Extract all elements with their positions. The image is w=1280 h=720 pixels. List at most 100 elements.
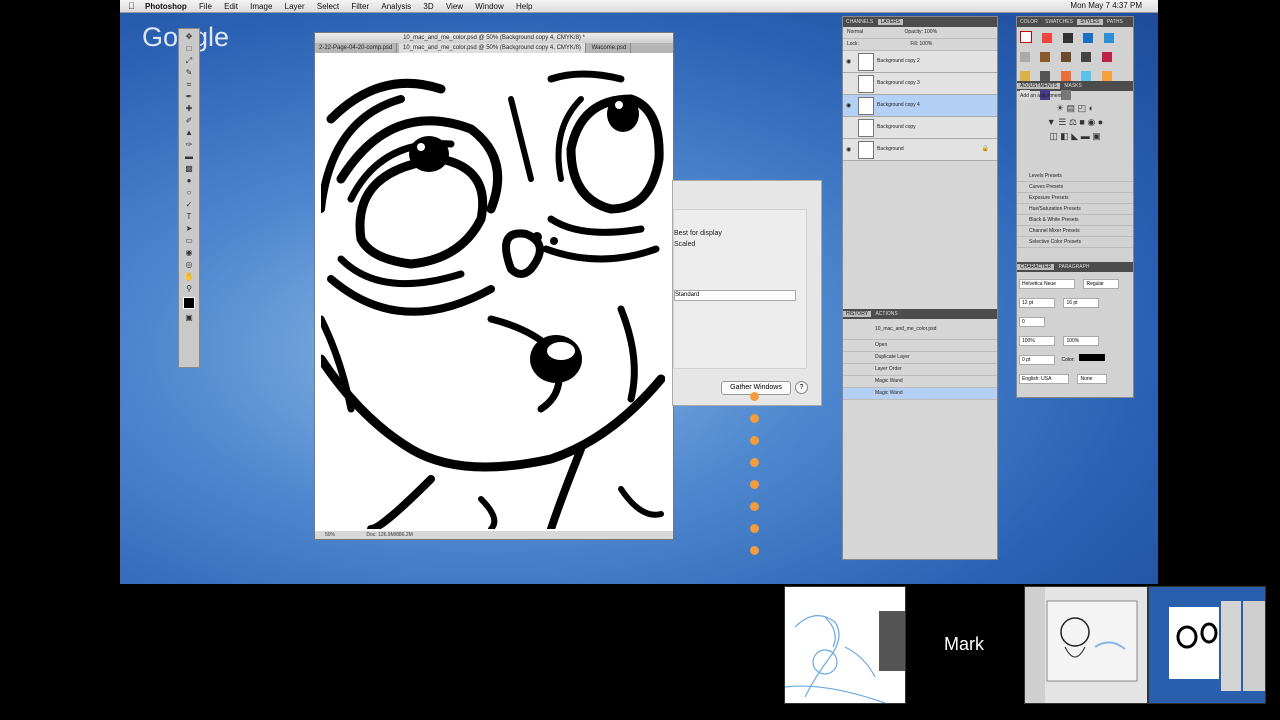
gradient-map-icon[interactable]: ▬	[1081, 131, 1090, 141]
dock-app-icon[interactable]	[750, 502, 759, 511]
photo-filter-icon[interactable]: ◉	[1087, 117, 1095, 127]
tracking-field[interactable]: 0	[1019, 317, 1045, 327]
eye-icon[interactable]: ◉	[846, 102, 851, 109]
zoom-tool-icon[interactable]: ⚲	[182, 284, 196, 293]
menu-view[interactable]: View	[446, 1, 463, 13]
style-swatch[interactable]	[1042, 33, 1053, 43]
dock-app-icon[interactable]	[750, 524, 759, 533]
layer-row[interactable]: ◉ Background copy 2	[843, 51, 997, 73]
dock-app-icon[interactable]	[750, 458, 759, 467]
history-brush-tool-icon[interactable]: ✑	[182, 140, 196, 149]
help-button[interactable]: ?	[795, 381, 808, 394]
style-swatch[interactable]	[1101, 71, 1112, 81]
language-select[interactable]: English: USA	[1019, 374, 1069, 384]
tab-channels[interactable]: CHANNELS	[843, 19, 876, 25]
menu-analysis[interactable]: Analysis	[381, 1, 411, 13]
menu-help[interactable]: Help	[516, 1, 532, 13]
invert-icon[interactable]: ◫	[1049, 131, 1058, 141]
tab-character[interactable]: CHARACTER	[1017, 264, 1055, 270]
preset-row[interactable]: Hue/Saturation Presets	[1017, 204, 1133, 215]
hue-saturation-icon[interactable]: ☰	[1058, 117, 1066, 127]
text-color-swatch[interactable]	[1079, 354, 1106, 361]
fill-field[interactable]: 100%	[920, 41, 933, 47]
selective-color-icon[interactable]: ▣	[1092, 131, 1101, 141]
menu-image[interactable]: Image	[250, 1, 272, 13]
marquee-tool-icon[interactable]: □	[182, 44, 196, 53]
tab-styles[interactable]: STYLES	[1077, 19, 1103, 25]
quick-mask-icon[interactable]: ▣	[182, 313, 196, 322]
menu-select[interactable]: Select	[317, 1, 339, 13]
style-swatch[interactable]	[1081, 71, 1092, 81]
pen-tool-icon[interactable]: ✓	[182, 200, 196, 209]
style-swatch[interactable]	[1081, 52, 1092, 62]
curves-icon[interactable]: ◰	[1078, 103, 1087, 113]
font-style-select[interactable]: Regular	[1083, 279, 1120, 289]
horizontal-scale-field[interactable]: 100%	[1063, 336, 1100, 346]
menu-app-name[interactable]: Photoshop	[145, 1, 187, 13]
blur-tool-icon[interactable]: ●	[182, 176, 196, 185]
3d-tool-icon[interactable]: ◉	[182, 248, 196, 257]
exposure-icon[interactable]: ◐	[1089, 103, 1094, 113]
canvas-artwork[interactable]	[321, 59, 665, 529]
preset-row[interactable]: Channel Mixer Presets	[1017, 226, 1133, 237]
leading-field[interactable]: 16 pt	[1063, 298, 1100, 308]
menu-filter[interactable]: Filter	[351, 1, 369, 13]
threshold-icon[interactable]: ◣	[1071, 131, 1078, 141]
font-size-field[interactable]: 12 pt	[1019, 298, 1055, 308]
path-select-tool-icon[interactable]: ➤	[182, 224, 196, 233]
tab-color[interactable]: COLOR	[1017, 19, 1041, 25]
tab-masks[interactable]: MASKS	[1061, 83, 1085, 89]
layer-row-selected[interactable]: ◉ Background copy 4	[843, 95, 997, 117]
participant-thumbnail-photoshop[interactable]	[1024, 586, 1148, 704]
eraser-tool-icon[interactable]: ▬	[182, 152, 196, 161]
eye-icon[interactable]: ◉	[846, 146, 851, 153]
style-swatch[interactable]	[1060, 52, 1071, 62]
zoom-level[interactable]: 50%	[325, 532, 335, 538]
style-swatch[interactable]	[1040, 52, 1051, 62]
preset-row[interactable]: Selective Color Presets	[1017, 237, 1133, 248]
stamp-tool-icon[interactable]: ▲	[182, 128, 196, 137]
style-swatch[interactable]	[1060, 71, 1071, 81]
style-swatch[interactable]	[1040, 71, 1051, 81]
color-balance-icon[interactable]: ⚖	[1069, 117, 1077, 127]
history-state[interactable]: Magic Wand	[843, 376, 997, 388]
dock-app-icon[interactable]	[750, 546, 759, 555]
vibrance-icon[interactable]: ▼	[1047, 117, 1056, 127]
doc-tab-1[interactable]: 2-22-Page-04-20-comp.psd	[315, 43, 398, 53]
dock-app-icon[interactable]	[750, 392, 759, 401]
tab-layers[interactable]: LAYERS	[877, 19, 903, 25]
menu-file[interactable]: File	[199, 1, 212, 13]
preset-row[interactable]: Curves Presets	[1017, 182, 1133, 193]
best-for-display-label[interactable]: Best for display	[674, 230, 722, 237]
tab-history[interactable]: HISTORY	[843, 311, 872, 317]
document-size[interactable]: Doc: 126.9M/886.2M	[366, 532, 412, 538]
menu-3d[interactable]: 3D	[423, 1, 433, 13]
type-tool-icon[interactable]: T	[182, 212, 196, 221]
style-swatch[interactable]	[1103, 33, 1114, 43]
brightness-icon[interactable]: ☀	[1056, 103, 1064, 113]
brush-tool-icon[interactable]: ✐	[182, 116, 196, 125]
font-family-select[interactable]: Helvetica Neue	[1019, 279, 1075, 289]
style-swatch[interactable]	[1101, 52, 1112, 62]
opacity-field[interactable]: 100%	[924, 29, 937, 35]
dock-app-icon[interactable]	[750, 436, 759, 445]
black-white-icon[interactable]: ■	[1079, 117, 1084, 127]
apple-icon[interactable]: 	[128, 0, 135, 12]
style-swatch[interactable]	[1083, 33, 1094, 43]
document-title[interactable]: 10_mac_and_me_color.psd @ 50% (Backgroun…	[315, 33, 673, 43]
tab-swatches[interactable]: SWATCHES	[1042, 19, 1076, 25]
history-state[interactable]: Duplicate Layer	[843, 352, 997, 364]
eye-icon[interactable]: ◉	[846, 58, 851, 65]
layer-row[interactable]: ◉ Background 🔒	[843, 139, 997, 161]
history-snapshot[interactable]: 10_mac_and_me_color.psd	[843, 319, 997, 340]
layer-row[interactable]: Background copy 3	[843, 73, 997, 95]
style-swatch[interactable]	[1062, 33, 1073, 43]
preset-row[interactable]: Exposure Presets	[1017, 193, 1133, 204]
menubar-clock[interactable]: Mon May 7 4:37 PM	[1070, 0, 1142, 12]
tab-paths[interactable]: PATHS	[1104, 19, 1126, 25]
eyedropper-tool-icon[interactable]: ✒	[182, 92, 196, 101]
blend-mode-select[interactable]: Normal	[847, 29, 863, 35]
vertical-scale-field[interactable]: 100%	[1019, 336, 1055, 346]
history-state[interactable]: Layer Order	[843, 364, 997, 376]
doc-tab-3[interactable]: Wacome.psd	[588, 43, 632, 53]
